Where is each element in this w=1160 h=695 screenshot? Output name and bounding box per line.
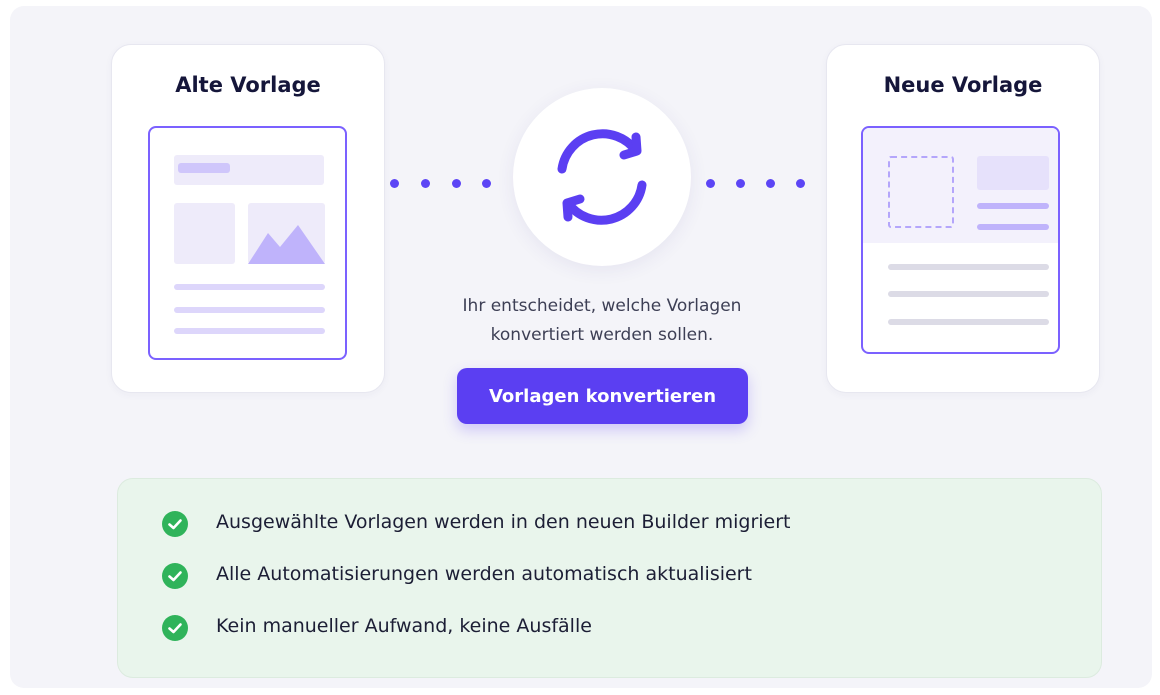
migration-panel: Alte Vorlage Neue Vorlage Ihr entscheide…: [10, 6, 1152, 688]
caption-line-1: Ihr entscheidet, welche Vorlagen: [462, 296, 742, 316]
connector-dots-left: [390, 179, 500, 189]
check-circle-icon: [162, 511, 188, 537]
box-placeholder: [174, 203, 235, 264]
connector-dot: [390, 179, 399, 188]
new-template-title: Neue Vorlage: [883, 73, 1043, 97]
title-placeholder: [178, 163, 230, 173]
connector-dot: [421, 179, 430, 188]
connector-dot: [706, 179, 715, 188]
benefit-text: Alle Automatisierungen werden automatisc…: [216, 563, 752, 585]
connector-dot: [452, 179, 461, 188]
mountain-image-icon: [248, 225, 325, 264]
image-placeholder: [248, 203, 325, 264]
sync-badge: [513, 88, 691, 266]
title-placeholder: [977, 156, 1049, 190]
sync-icon: [557, 129, 647, 225]
benefit-text: Ausgewählte Vorlagen werden in den neuen…: [216, 511, 791, 533]
text-line-placeholder: [977, 224, 1049, 230]
text-line-placeholder: [888, 264, 1049, 270]
benefits-list: Ausgewählte Vorlagen werden in den neuen…: [117, 478, 1102, 678]
text-line-placeholder: [174, 307, 325, 313]
connector-dot: [766, 179, 775, 188]
connector-dot: [482, 179, 491, 188]
new-template-preview: [861, 126, 1060, 354]
text-line-placeholder: [977, 203, 1049, 209]
convert-templates-button[interactable]: Vorlagen konvertieren: [457, 368, 748, 424]
benefit-text: Kein manueller Aufwand, keine Ausfälle: [216, 615, 592, 637]
connector-dot: [736, 179, 745, 188]
old-template-title: Alte Vorlage: [175, 73, 321, 97]
caption-line-2: konvertiert werden sollen.: [490, 325, 714, 345]
connector-dots-right: [706, 179, 816, 189]
new-template-card: Neue Vorlage: [826, 44, 1100, 393]
check-circle-icon: [162, 563, 188, 589]
check-circle-icon: [162, 615, 188, 641]
old-template-preview: [148, 126, 347, 360]
text-line-placeholder: [888, 291, 1049, 297]
text-line-placeholder: [888, 319, 1049, 325]
image-dropzone: [888, 156, 954, 228]
text-line-placeholder: [174, 284, 325, 290]
text-line-placeholder: [174, 328, 325, 334]
old-template-card: Alte Vorlage: [111, 44, 385, 393]
conversion-caption: Ihr entscheidet, welche Vorlagen konvert…: [390, 292, 814, 350]
connector-dot: [796, 179, 805, 188]
